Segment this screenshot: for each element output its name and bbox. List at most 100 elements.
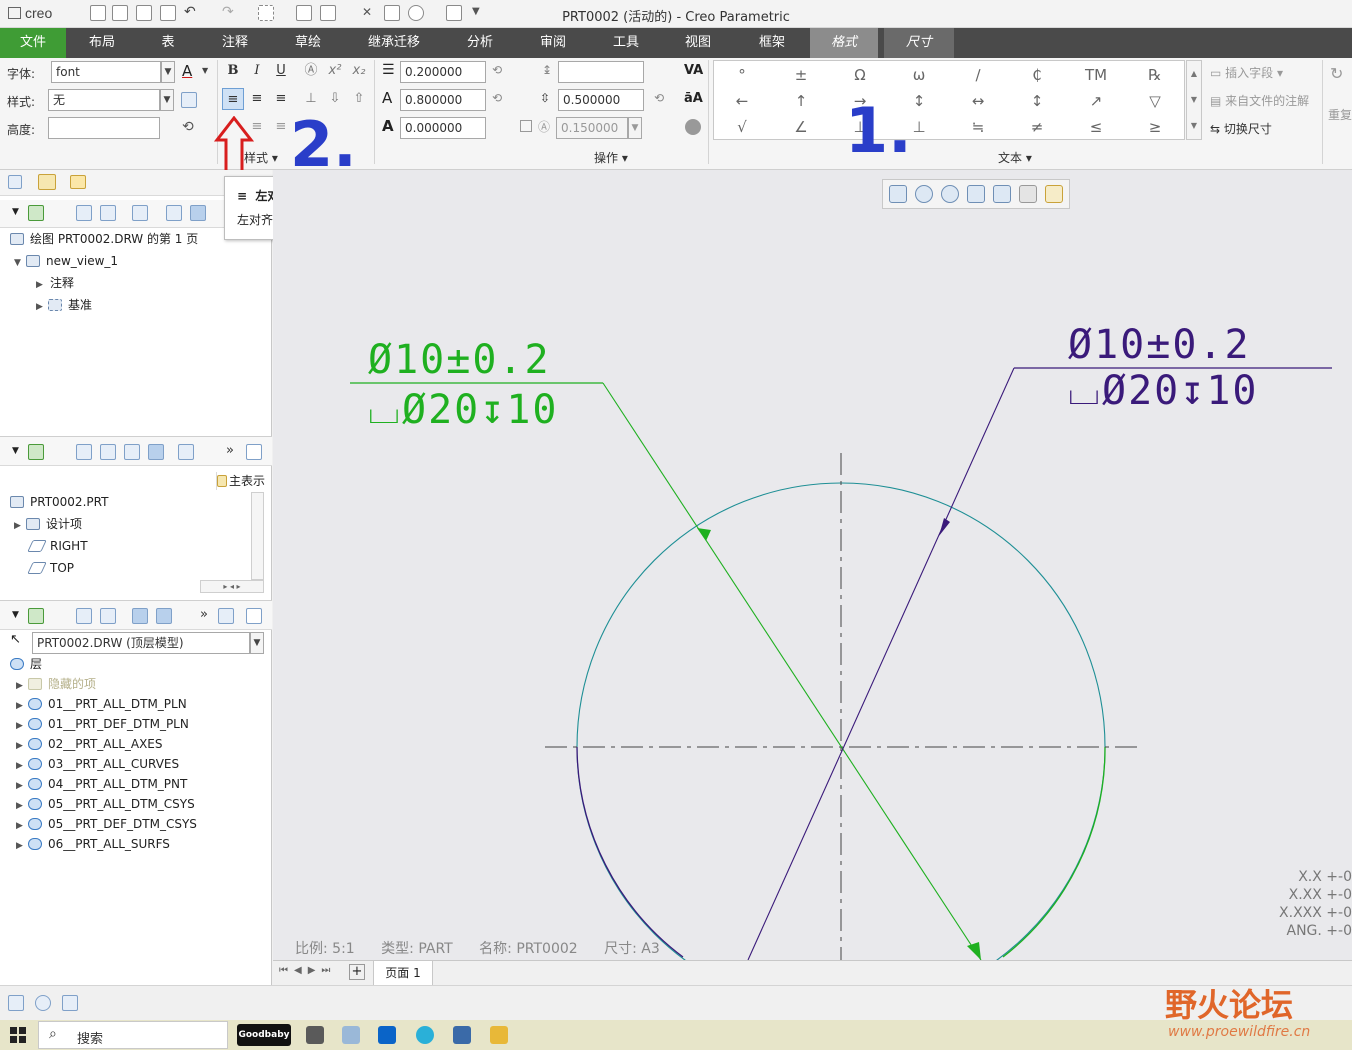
margin-checkbox[interactable] <box>520 120 532 132</box>
tree-columns-icon[interactable] <box>190 205 206 221</box>
more-icon[interactable]: » <box>226 443 234 458</box>
tree-filter-icon[interactable] <box>178 444 194 460</box>
menu-table[interactable]: 表 <box>140 28 196 58</box>
datum-display-icon[interactable] <box>1045 185 1063 203</box>
expand-arrow-icon[interactable]: ▶ <box>16 716 28 736</box>
symbol-button[interactable]: ↔ <box>956 89 1000 113</box>
green-note-line2[interactable]: ⌴Ø20↧10 <box>368 388 559 432</box>
show-icon[interactable] <box>76 444 92 460</box>
fullscreen-icon[interactable] <box>62 995 78 1011</box>
zoom-fit-icon[interactable] <box>889 185 907 203</box>
text-group-label[interactable]: 文本 ▾ <box>998 149 1032 166</box>
text-style-icon[interactable]: VA <box>684 63 703 78</box>
expand-arrow-icon[interactable]: ▶ <box>16 776 28 796</box>
spell-check-icon[interactable]: āA <box>684 91 703 106</box>
symbol-button[interactable]: ≒ <box>956 115 1000 139</box>
folder-browser-tab-icon[interactable] <box>38 174 56 190</box>
model-tree-scrollbar[interactable] <box>251 492 264 580</box>
saved-views-icon[interactable] <box>993 185 1011 203</box>
drawing-tree-root[interactable]: 绘图 PRT0002.DRW 的第 1 页 <box>10 228 198 250</box>
symbol-button[interactable]: ₵ <box>1015 63 1059 87</box>
model-tree-right-plane[interactable]: RIGHT <box>27 535 88 557</box>
menu-file[interactable]: 文件 <box>0 28 66 58</box>
layer-model-dropdown[interactable]: ▼ <box>250 632 264 654</box>
expand-arrow-icon[interactable]: ▶ <box>16 736 28 756</box>
expand-arrow-icon[interactable]: ▶ <box>16 696 28 716</box>
italic-button[interactable]: I <box>246 60 268 82</box>
zoom-out-icon[interactable] <box>941 185 959 203</box>
align-center-button[interactable]: ≡ <box>246 88 268 110</box>
bold-button[interactable]: B <box>222 60 244 82</box>
drawing-tree-annotations[interactable]: ▶ 注释 <box>36 272 74 294</box>
green-leader-line[interactable] <box>602 382 982 960</box>
text-color-dropdown[interactable]: ▼ <box>202 66 208 75</box>
repaint-icon[interactable] <box>967 185 985 203</box>
align-bottom-button[interactable]: ⊥ <box>300 88 322 110</box>
repeat-icon[interactable]: ↻ <box>1330 64 1343 83</box>
layer-item[interactable]: ▶ 02__PRT_ALL_AXES <box>16 734 163 754</box>
layer-item[interactable]: ▶ 04__PRT_ALL_DTM_PNT <box>16 774 187 794</box>
layer-properties-icon[interactable] <box>218 608 234 624</box>
page-nav-buttons[interactable]: ⏮◀▶⏭ <box>279 965 336 976</box>
tree-settings-icon[interactable] <box>246 608 262 624</box>
tree-expand-icon[interactable] <box>76 608 92 624</box>
superscript-button[interactable]: x² <box>324 60 346 82</box>
note-from-file-button[interactable]: ▤ 来自文件的注解 <box>1210 92 1309 109</box>
align-left-button[interactable]: ≡ <box>222 88 244 110</box>
model-tree-root[interactable]: PRT0002.PRT <box>10 491 108 513</box>
symbol-button[interactable]: Ω <box>838 63 882 87</box>
margin-dropdown[interactable]: ▼ <box>628 117 642 139</box>
symbol-button[interactable]: ∕ <box>956 63 1000 87</box>
line-spacing-input[interactable]: 0.500000 <box>558 89 644 111</box>
symbol-button[interactable]: ↑ <box>779 89 823 113</box>
symbol-button[interactable]: ↕ <box>1015 89 1059 113</box>
align-top-button[interactable]: ⇧ <box>348 88 370 110</box>
green-note-line1[interactable]: Ø10±0.2 <box>368 338 551 382</box>
symbol-button[interactable]: ▽ <box>1133 89 1177 113</box>
symbol-button[interactable]: ≠ <box>1015 115 1059 139</box>
symbol-button[interactable]: TM <box>1074 63 1118 87</box>
layer-hide-icon[interactable] <box>156 608 172 624</box>
edge-icon[interactable] <box>416 1026 434 1044</box>
layer-tree-header[interactable]: 层 <box>10 654 42 674</box>
outlook-icon[interactable] <box>378 1026 396 1044</box>
menu-sketch[interactable]: 草绘 <box>278 28 338 58</box>
symbol-button[interactable]: √ <box>720 115 764 139</box>
select-pointer-icon[interactable]: ↖ <box>10 632 21 647</box>
favorites-tab-icon[interactable] <box>70 175 86 189</box>
tree-settings-icon[interactable] <box>132 205 148 221</box>
collapse-icon[interactable]: ▼ <box>12 446 19 456</box>
layer-item[interactable]: ▶ 06__PRT_ALL_SURFS <box>16 834 170 854</box>
model-tree-tab-icon[interactable] <box>8 175 22 189</box>
creo-taskbar-icon[interactable] <box>453 1026 471 1044</box>
taskbar-search[interactable]: ⌕ 搜索 <box>38 1021 228 1049</box>
tree-expand-icon[interactable] <box>76 205 92 221</box>
menu-analysis[interactable]: 分析 <box>450 28 510 58</box>
width-factor-input[interactable]: 0.800000 <box>400 89 486 111</box>
margin-input[interactable]: 0.150000 <box>556 117 628 139</box>
symbol-button[interactable]: ℞ <box>1133 63 1177 87</box>
layer-item[interactable]: ▶ 03__PRT_ALL_CURVES <box>16 754 179 774</box>
symbol-button[interactable]: ° <box>720 63 764 87</box>
layer-item[interactable]: ▶ 05__PRT_DEF_DTM_CSYS <box>16 814 197 834</box>
menu-frame[interactable]: 框架 <box>742 28 802 58</box>
align-middle-button[interactable]: ⇩ <box>324 88 346 110</box>
expand-arrow-icon[interactable]: ▶ <box>16 756 28 776</box>
menu-tools[interactable]: 工具 <box>598 28 654 58</box>
symbol-button[interactable]: ω <box>897 63 941 87</box>
windows-start-icon[interactable] <box>10 1027 26 1043</box>
layer-item[interactable]: ▶ 01__PRT_ALL_DTM_PLN <box>16 694 187 714</box>
height-input[interactable] <box>48 117 160 139</box>
purple-note-line1[interactable]: Ø10±0.2 <box>1068 323 1251 367</box>
tree-columns-icon[interactable] <box>148 444 164 460</box>
menu-annotate[interactable]: 注释 <box>206 28 264 58</box>
layer-item[interactable]: ▶ 05__PRT_ALL_DTM_CSYS <box>16 794 195 814</box>
align-right-button[interactable]: ≡ <box>270 88 292 110</box>
width-reset-icon[interactable]: ⟲ <box>492 91 502 105</box>
hole-circle-selected-arc-green[interactable] <box>1002 746 1106 958</box>
page-tab[interactable]: 页面 1 <box>373 961 433 986</box>
menu-layout[interactable]: 布局 <box>72 28 132 58</box>
font-dropdown[interactable]: ▼ <box>161 61 175 83</box>
drawing-tree-datum[interactable]: ▶ 基准 <box>36 294 92 316</box>
drawing-canvas[interactable]: Ø10±0.2 ⌴Ø20↧10 Ø10±0.2 ⌴Ø20↧10 <box>273 170 1352 960</box>
